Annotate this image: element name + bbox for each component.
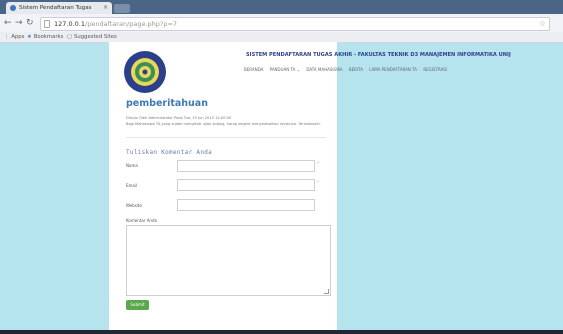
website-field[interactable] <box>177 199 315 211</box>
bookmark-bookmarks[interactable]: ★ Bookmarks <box>27 32 63 42</box>
site-title: SISTEM PENDAFTARAN TUGAS AKHIR - FAKULTA… <box>246 52 511 58</box>
university-logo <box>124 51 166 93</box>
bookmark-bookmarks-label: Bookmarks <box>33 34 64 40</box>
menu-item-panduan[interactable]: PANDUAN TA ⌄ <box>270 67 300 72</box>
comment-textarea[interactable] <box>126 225 331 296</box>
bookmark-apps-label: Apps <box>11 34 25 40</box>
name-field[interactable] <box>177 160 315 172</box>
email-label: Email <box>126 183 138 188</box>
menu-item-lama-pendaftaran[interactable]: LAMA PENDAFTARAN TA <box>369 67 417 72</box>
url-input[interactable]: 127.0.0.1/pendaftaran/page.php?p=7 ☆ <box>40 17 550 31</box>
comment-label: Komentar Anda <box>126 218 157 223</box>
star-icon[interactable]: ☆ <box>539 18 546 30</box>
required-mark: * <box>317 161 319 166</box>
favicon-icon <box>10 5 16 11</box>
url-path: /pendaftaran/page.php?p=7 <box>85 20 178 28</box>
menu-item-data-mahasiswa[interactable]: DATA MAHASISWA <box>306 67 342 72</box>
email-field[interactable] <box>177 179 315 191</box>
reload-icon[interactable]: ↻ <box>26 15 34 31</box>
bookmark-star-icon: ★ <box>27 34 32 40</box>
tab-title: Sistem Pendaftaran Tugas <box>19 5 92 11</box>
back-icon[interactable]: ← <box>4 15 12 31</box>
main-menu: BERANDA PANDUAN TA ⌄ DATA MAHASISWA BERI… <box>244 67 452 72</box>
menu-item-berita[interactable]: BERITA <box>349 67 363 72</box>
url-text: 127.0.0.1/pendaftaran/page.php?p=7 <box>54 18 177 30</box>
resize-grip-icon[interactable] <box>324 289 329 294</box>
page-icon <box>44 20 50 28</box>
page-icon: ▢ <box>67 34 73 40</box>
comment-heading: Tuliskan Komentar Anda <box>126 149 213 156</box>
submit-button[interactable]: Submit <box>126 300 149 310</box>
browser-tab-bar: Sistem Pendaftaran Tugas × <box>0 0 563 14</box>
url-host: 127.0.0.1 <box>54 20 86 28</box>
page-container: SISTEM PENDAFTARAN TUGAS AKHIR - FAKULTA… <box>109 42 511 334</box>
name-label: Nama <box>126 163 138 168</box>
menu-item-beranda[interactable]: BERANDA <box>244 67 263 72</box>
menu-item-registrasi[interactable]: REGISTRASI <box>423 67 447 72</box>
new-tab-button[interactable] <box>114 4 130 13</box>
bookmark-apps[interactable]: ⋮ Apps <box>4 32 24 42</box>
bookmark-suggested-label: Suggested Sites <box>74 34 117 40</box>
post-body: Bagi Mahasiswa TA yang sudah mengikuti u… <box>126 122 321 126</box>
website-label: Website <box>126 203 142 208</box>
taskbar <box>0 330 563 334</box>
forward-icon[interactable]: → <box>15 15 23 31</box>
required-mark: * <box>317 180 319 185</box>
apps-icon: ⋮ <box>4 34 10 40</box>
divider <box>126 137 326 138</box>
browser-tab[interactable]: Sistem Pendaftaran Tugas × <box>6 2 112 14</box>
close-tab-icon[interactable]: × <box>103 2 108 14</box>
address-bar: ← → ↻ 127.0.0.1/pendaftaran/page.php?p=7… <box>0 14 563 33</box>
post-title: pemberitahuan <box>126 98 208 109</box>
post-meta: Diisuls Oleh Administrator Pada Tue, 15 … <box>126 116 232 120</box>
bookmark-suggested[interactable]: ▢ Suggested Sites <box>67 32 117 42</box>
